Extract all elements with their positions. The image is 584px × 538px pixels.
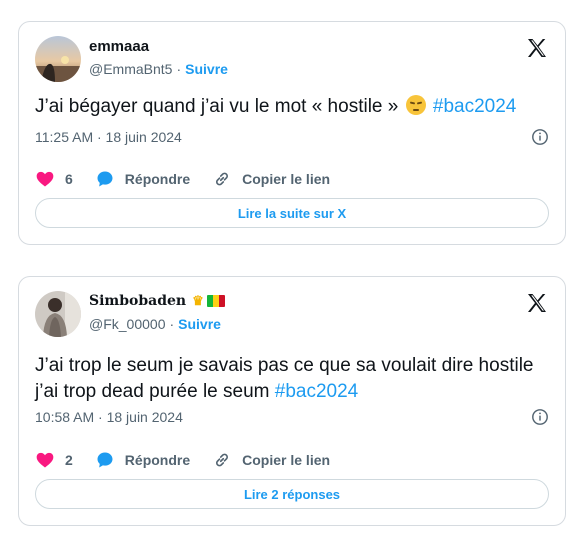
follow-button[interactable]: Suivre (178, 316, 221, 332)
like-count: 2 (65, 452, 73, 468)
heart-icon (36, 452, 54, 468)
name-badges: ♛ (192, 295, 225, 308)
reply-action[interactable]: Répondre (95, 450, 190, 470)
tweet-text: J’ai bégayer quand j’ai vu le mot « host… (35, 94, 549, 120)
reply-action[interactable]: Répondre (95, 169, 190, 189)
handle[interactable]: @Fk_00000 (89, 316, 165, 332)
tweet-meta: 10:58 AM · 18 juin 2024 (35, 408, 549, 426)
crown-emoji: ♛ (192, 293, 204, 309)
x-logo-icon[interactable] (525, 36, 549, 60)
link-icon (216, 453, 229, 467)
mali-flag-emoji (206, 295, 225, 307)
info-icon[interactable] (531, 128, 549, 146)
x-logo-icon[interactable] (525, 291, 549, 315)
avatar-sunset-photo (35, 36, 81, 82)
avatar-person-photo (35, 291, 81, 337)
display-name[interactable]: emmaaa (89, 38, 149, 55)
tweet-card: emmaaa @EmmaBnt5 · Suivre J’ai bégayer q… (18, 21, 566, 245)
copy-link-action[interactable]: Copier le lien (212, 450, 330, 470)
tweet-actions: 6 Répondre Copier le lien (35, 169, 352, 189)
heart-icon (36, 171, 54, 187)
tweet-meta: 11:25 AM · 18 juin 2024 (35, 128, 549, 146)
like-action[interactable]: 6 (35, 169, 73, 189)
pensive-face-emoji (405, 95, 426, 115)
tweet-text-line-1: J’ai trop le seum je savais pas ce que s… (35, 355, 534, 376)
author-name-line: Simbobaden ♛ (89, 293, 225, 309)
like-count: 6 (65, 171, 73, 187)
info-icon[interactable] (531, 408, 549, 426)
author-name-line: emmaaa (89, 38, 149, 55)
reply-label: Répondre (124, 452, 191, 468)
hashtag-link[interactable]: #bac2024 (275, 381, 358, 402)
copy-link-label: Copier le lien (242, 171, 331, 187)
like-action[interactable]: 2 (35, 450, 73, 470)
avatar[interactable] (35, 36, 81, 82)
timestamp[interactable]: 11:25 AM · 18 juin 2024 (35, 129, 182, 145)
handle[interactable]: @EmmaBnt5 (89, 61, 172, 77)
separator-dot: · (169, 316, 175, 332)
read-more-button[interactable]: Lire la suite sur X (35, 198, 549, 228)
tweet-text-main: J’ai bégayer quand j’ai vu le mot « host… (35, 96, 404, 117)
follow-button[interactable]: Suivre (185, 61, 228, 77)
link-icon (216, 172, 229, 186)
tweet-card: Simbobaden ♛ @Fk_00000 · Suivre J’ai tro… (18, 276, 566, 526)
tweet-text: J’ai trop le seum je savais pas ce que s… (35, 353, 549, 405)
reply-bubble-icon (97, 452, 113, 468)
reply-bubble-icon (97, 171, 113, 187)
author-handle-line: @EmmaBnt5 · Suivre (89, 61, 228, 77)
timestamp[interactable]: 10:58 AM · 18 juin 2024 (35, 409, 183, 425)
copy-link-label: Copier le lien (242, 452, 331, 468)
author-handle-line: @Fk_00000 · Suivre (89, 316, 221, 332)
avatar[interactable] (35, 291, 81, 337)
separator-dot: · (176, 61, 182, 77)
tweet-actions: 2 Répondre Copier le lien (35, 450, 352, 470)
hashtag-link[interactable]: #bac2024 (433, 96, 516, 117)
tweet-text-line-2: j’ai trop dead purée le seum #bac2024 (35, 379, 549, 405)
tweet-text-line-2-main: j’ai trop dead purée le seum (35, 381, 275, 402)
copy-link-action[interactable]: Copier le lien (212, 169, 330, 189)
reply-label: Répondre (124, 171, 191, 187)
read-replies-button[interactable]: Lire 2 réponses (35, 479, 549, 509)
display-name[interactable]: Simbobaden (89, 293, 186, 309)
